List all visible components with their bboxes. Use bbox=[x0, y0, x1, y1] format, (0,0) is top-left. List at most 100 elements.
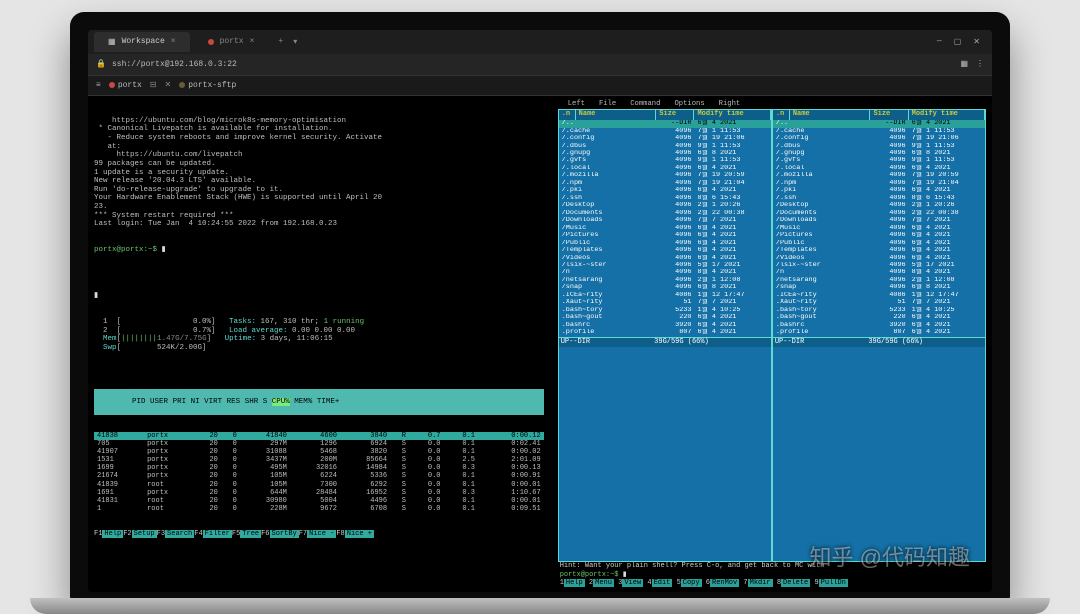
mc-row[interactable]: /Downloads40967월 7 2021 bbox=[559, 217, 771, 224]
mc-row[interactable]: /Videos40966월 4 2021 bbox=[559, 255, 771, 262]
mc-row[interactable]: /.config40967월 19 21:06 bbox=[559, 135, 771, 142]
mc-row[interactable]: /.local40966월 4 2021 bbox=[559, 165, 771, 172]
mc-row[interactable]: /Music40966월 4 2021 bbox=[559, 225, 771, 232]
cursor: ▮ bbox=[162, 246, 166, 254]
shell-prompt: portx@portx:~$ bbox=[94, 246, 162, 254]
mc-header: .nNameSizeModify time bbox=[559, 110, 771, 120]
mc-row[interactable]: /Music40966월 4 2021 bbox=[773, 225, 985, 232]
htop-header: PID USER PRI NI VIRT RES SHR S CPU% MEM%… bbox=[94, 389, 544, 415]
terminal-right[interactable]: Left File Command Options Right .nNameSizeMo… bbox=[552, 96, 992, 592]
close-thin-icon[interactable]: ⊟ bbox=[150, 80, 157, 90]
menu-icon[interactable]: ⋮ bbox=[976, 59, 984, 69]
mc-row[interactable]: /Public40966월 4 2021 bbox=[773, 240, 985, 247]
window-controls: — ▢ ✕ bbox=[937, 37, 986, 47]
mc-row[interactable]: /.npm40967월 19 21:04 bbox=[559, 180, 771, 187]
mc-row[interactable]: .bash~gout2206월 4 2021 bbox=[559, 314, 771, 321]
mc-row[interactable]: /.npm40967월 19 21:04 bbox=[773, 180, 985, 187]
mc-row[interactable]: /.gvfs40969월 1 11:53 bbox=[773, 157, 985, 164]
mc-updir[interactable]: /..--DIR6월 4 2021 bbox=[559, 120, 771, 127]
mc-fn-bar[interactable]: 1Help 2Menu 3View 4Edit 5Copy 6RenMov 7M… bbox=[558, 580, 986, 588]
grid-icon[interactable]: ▦ bbox=[960, 59, 968, 69]
mc-row[interactable]: .bashrc39206월 4 2021 bbox=[559, 322, 771, 329]
mc-row[interactable]: /.gvfs40969월 1 11:53 bbox=[559, 157, 771, 164]
lock-icon: 🔒 bbox=[96, 59, 106, 69]
tab-label: portx bbox=[220, 37, 244, 46]
tab-label: Workspace bbox=[122, 37, 165, 46]
terminal-left[interactable]: https://ubuntu.com/blog/microk8s-memory-… bbox=[88, 96, 550, 592]
mc-row[interactable]: .Xaut~rity517월 7 2021 bbox=[559, 299, 771, 306]
minimize-button[interactable]: — bbox=[937, 37, 942, 47]
mc-menu-item[interactable]: File bbox=[599, 101, 616, 109]
mc-row[interactable]: .bash~tory52331월 4 10:25 bbox=[773, 307, 985, 314]
maximize-button[interactable]: ▢ bbox=[954, 37, 962, 47]
mc-row[interactable]: /Pictures40966월 4 2021 bbox=[773, 232, 985, 239]
mc-row[interactable]: .profile8076월 4 2021 bbox=[559, 329, 771, 336]
mc-row[interactable]: .bash~gout2206월 4 2021 bbox=[773, 314, 985, 321]
mc-row[interactable]: .bashrc39206월 4 2021 bbox=[773, 322, 985, 329]
address-text[interactable]: ssh://portx@192.168.0.3:22 bbox=[112, 60, 237, 69]
tab-workspace[interactable]: ▦ Workspace × bbox=[94, 32, 190, 52]
close-icon[interactable]: × bbox=[171, 37, 176, 46]
mc-menu-item[interactable]: Left bbox=[568, 101, 585, 109]
mc-row[interactable]: /.local40966월 4 2021 bbox=[773, 165, 985, 172]
mc-menu-item[interactable]: Command bbox=[630, 101, 660, 109]
mc-row[interactable]: /Pictures40966월 4 2021 bbox=[559, 232, 771, 239]
mc-row[interactable]: /Public40966월 4 2021 bbox=[559, 240, 771, 247]
mc-footer: UP--DIR39G/59G (66%) bbox=[773, 337, 985, 348]
mc-row[interactable]: .ICEa~rity40861월 12 17:47 bbox=[773, 292, 985, 299]
mc-row[interactable]: /Desktop40962월 1 20:26 bbox=[773, 202, 985, 209]
close-icon[interactable]: × bbox=[250, 37, 255, 46]
mc-rows[interactable]: /..--DIR6월 4 2021/.cache40967월 1 11:53/.… bbox=[773, 120, 985, 337]
mc-panel-left[interactable]: .nNameSizeModify time /..--DIR6월 4 2021/… bbox=[558, 109, 772, 562]
tab-portx[interactable]: portx × bbox=[194, 32, 269, 52]
mc-row[interactable]: /Templates40966월 4 2021 bbox=[773, 247, 985, 254]
mc-row[interactable]: /snap40966월 8 2021 bbox=[773, 284, 985, 291]
hamburger-icon[interactable]: ≡ bbox=[96, 81, 101, 90]
mc-row[interactable]: /.dbus40969월 1 11:53 bbox=[559, 143, 771, 150]
mc-row[interactable]: /.config40967월 19 21:06 bbox=[773, 135, 985, 142]
mc-row[interactable]: /lsix-~ster40965월 17 2021 bbox=[773, 262, 985, 269]
mc-row[interactable]: /Documents40962월 22 00:38 bbox=[773, 210, 985, 217]
close-button[interactable]: ✕ bbox=[973, 37, 980, 47]
new-tab-button[interactable]: + bbox=[272, 37, 289, 46]
mc-menu-item[interactable]: Options bbox=[674, 101, 704, 109]
mc-rows[interactable]: /..--DIR6월 4 2021/.cache40967월 1 11:53/.… bbox=[559, 120, 771, 337]
mc-row[interactable]: /.pki40966월 4 2021 bbox=[559, 187, 771, 194]
mc-row[interactable]: /.dbus40969월 1 11:53 bbox=[773, 143, 985, 150]
mc-row[interactable]: /.mozilla40967월 19 20:59 bbox=[773, 172, 985, 179]
mc-row[interactable]: /netsarang40962월 1 12:08 bbox=[559, 277, 771, 284]
mc-row[interactable]: .bash~tory52331월 4 10:25 bbox=[559, 307, 771, 314]
x-small-icon[interactable]: ✕ bbox=[165, 80, 172, 90]
mc-updir[interactable]: /..--DIR6월 4 2021 bbox=[773, 120, 985, 127]
mc-row[interactable]: /Desktop40962월 1 20:26 bbox=[559, 202, 771, 209]
mc-row[interactable]: /.cache40967월 1 11:53 bbox=[559, 128, 771, 135]
mc-row[interactable]: .profile8076월 4 2021 bbox=[773, 329, 985, 336]
mc-row[interactable]: /netsarang40962월 1 12:08 bbox=[773, 277, 985, 284]
mc-panel-right[interactable]: .nNameSizeModify time /..--DIR6월 4 2021/… bbox=[772, 109, 986, 562]
mc-row[interactable]: /.mozilla40967월 19 20:59 bbox=[559, 172, 771, 179]
mc-row[interactable]: /.cache40967월 1 11:53 bbox=[773, 128, 985, 135]
mc-row[interactable]: /lsix-~ster40965월 17 2021 bbox=[559, 262, 771, 269]
mc-row[interactable]: /.ssh40968월 6 15:43 bbox=[773, 195, 985, 202]
mc-row[interactable]: /n40968월 4 2021 bbox=[559, 269, 771, 276]
htop-marker: ▮ bbox=[94, 292, 544, 301]
mc-row[interactable]: /snap40966월 8 2021 bbox=[559, 284, 771, 291]
htop-fn-bar[interactable]: F1HelpF2SetupF3SearchF4FilterF5TreeF6Sor… bbox=[94, 530, 544, 538]
mc-row[interactable]: /.gnupg40966월 8 2021 bbox=[559, 150, 771, 157]
tab-overflow-button[interactable]: ▾ bbox=[293, 37, 297, 47]
mc-row[interactable]: .ICEa~rity40861월 12 17:47 bbox=[559, 292, 771, 299]
mc-row[interactable]: /Templates40966월 4 2021 bbox=[559, 247, 771, 254]
session-portx[interactable]: portx bbox=[109, 81, 142, 90]
mc-row[interactable]: /.ssh40968월 6 15:43 bbox=[559, 195, 771, 202]
mc-menu-item[interactable]: Right bbox=[719, 101, 741, 109]
mc-row[interactable]: /.gnupg40966월 8 2021 bbox=[773, 150, 985, 157]
mc-row[interactable]: /n40968월 4 2021 bbox=[773, 269, 985, 276]
session-portx-sftp[interactable]: portx-sftp bbox=[179, 81, 236, 90]
mc-row[interactable]: /.pki40966월 4 2021 bbox=[773, 187, 985, 194]
mc-row[interactable]: /Videos40966월 4 2021 bbox=[773, 255, 985, 262]
mc-row[interactable]: /Downloads40967월 7 2021 bbox=[773, 217, 985, 224]
mc-row[interactable]: /Documents40962월 22 00:38 bbox=[559, 210, 771, 217]
mc-row[interactable]: .Xaut~rity517월 7 2021 bbox=[773, 299, 985, 306]
htop-process-table[interactable]: 41838portx2004184046003840R0.70.10:00.12… bbox=[94, 432, 544, 512]
mc-menu[interactable]: Left File Command Options Right bbox=[558, 100, 986, 110]
